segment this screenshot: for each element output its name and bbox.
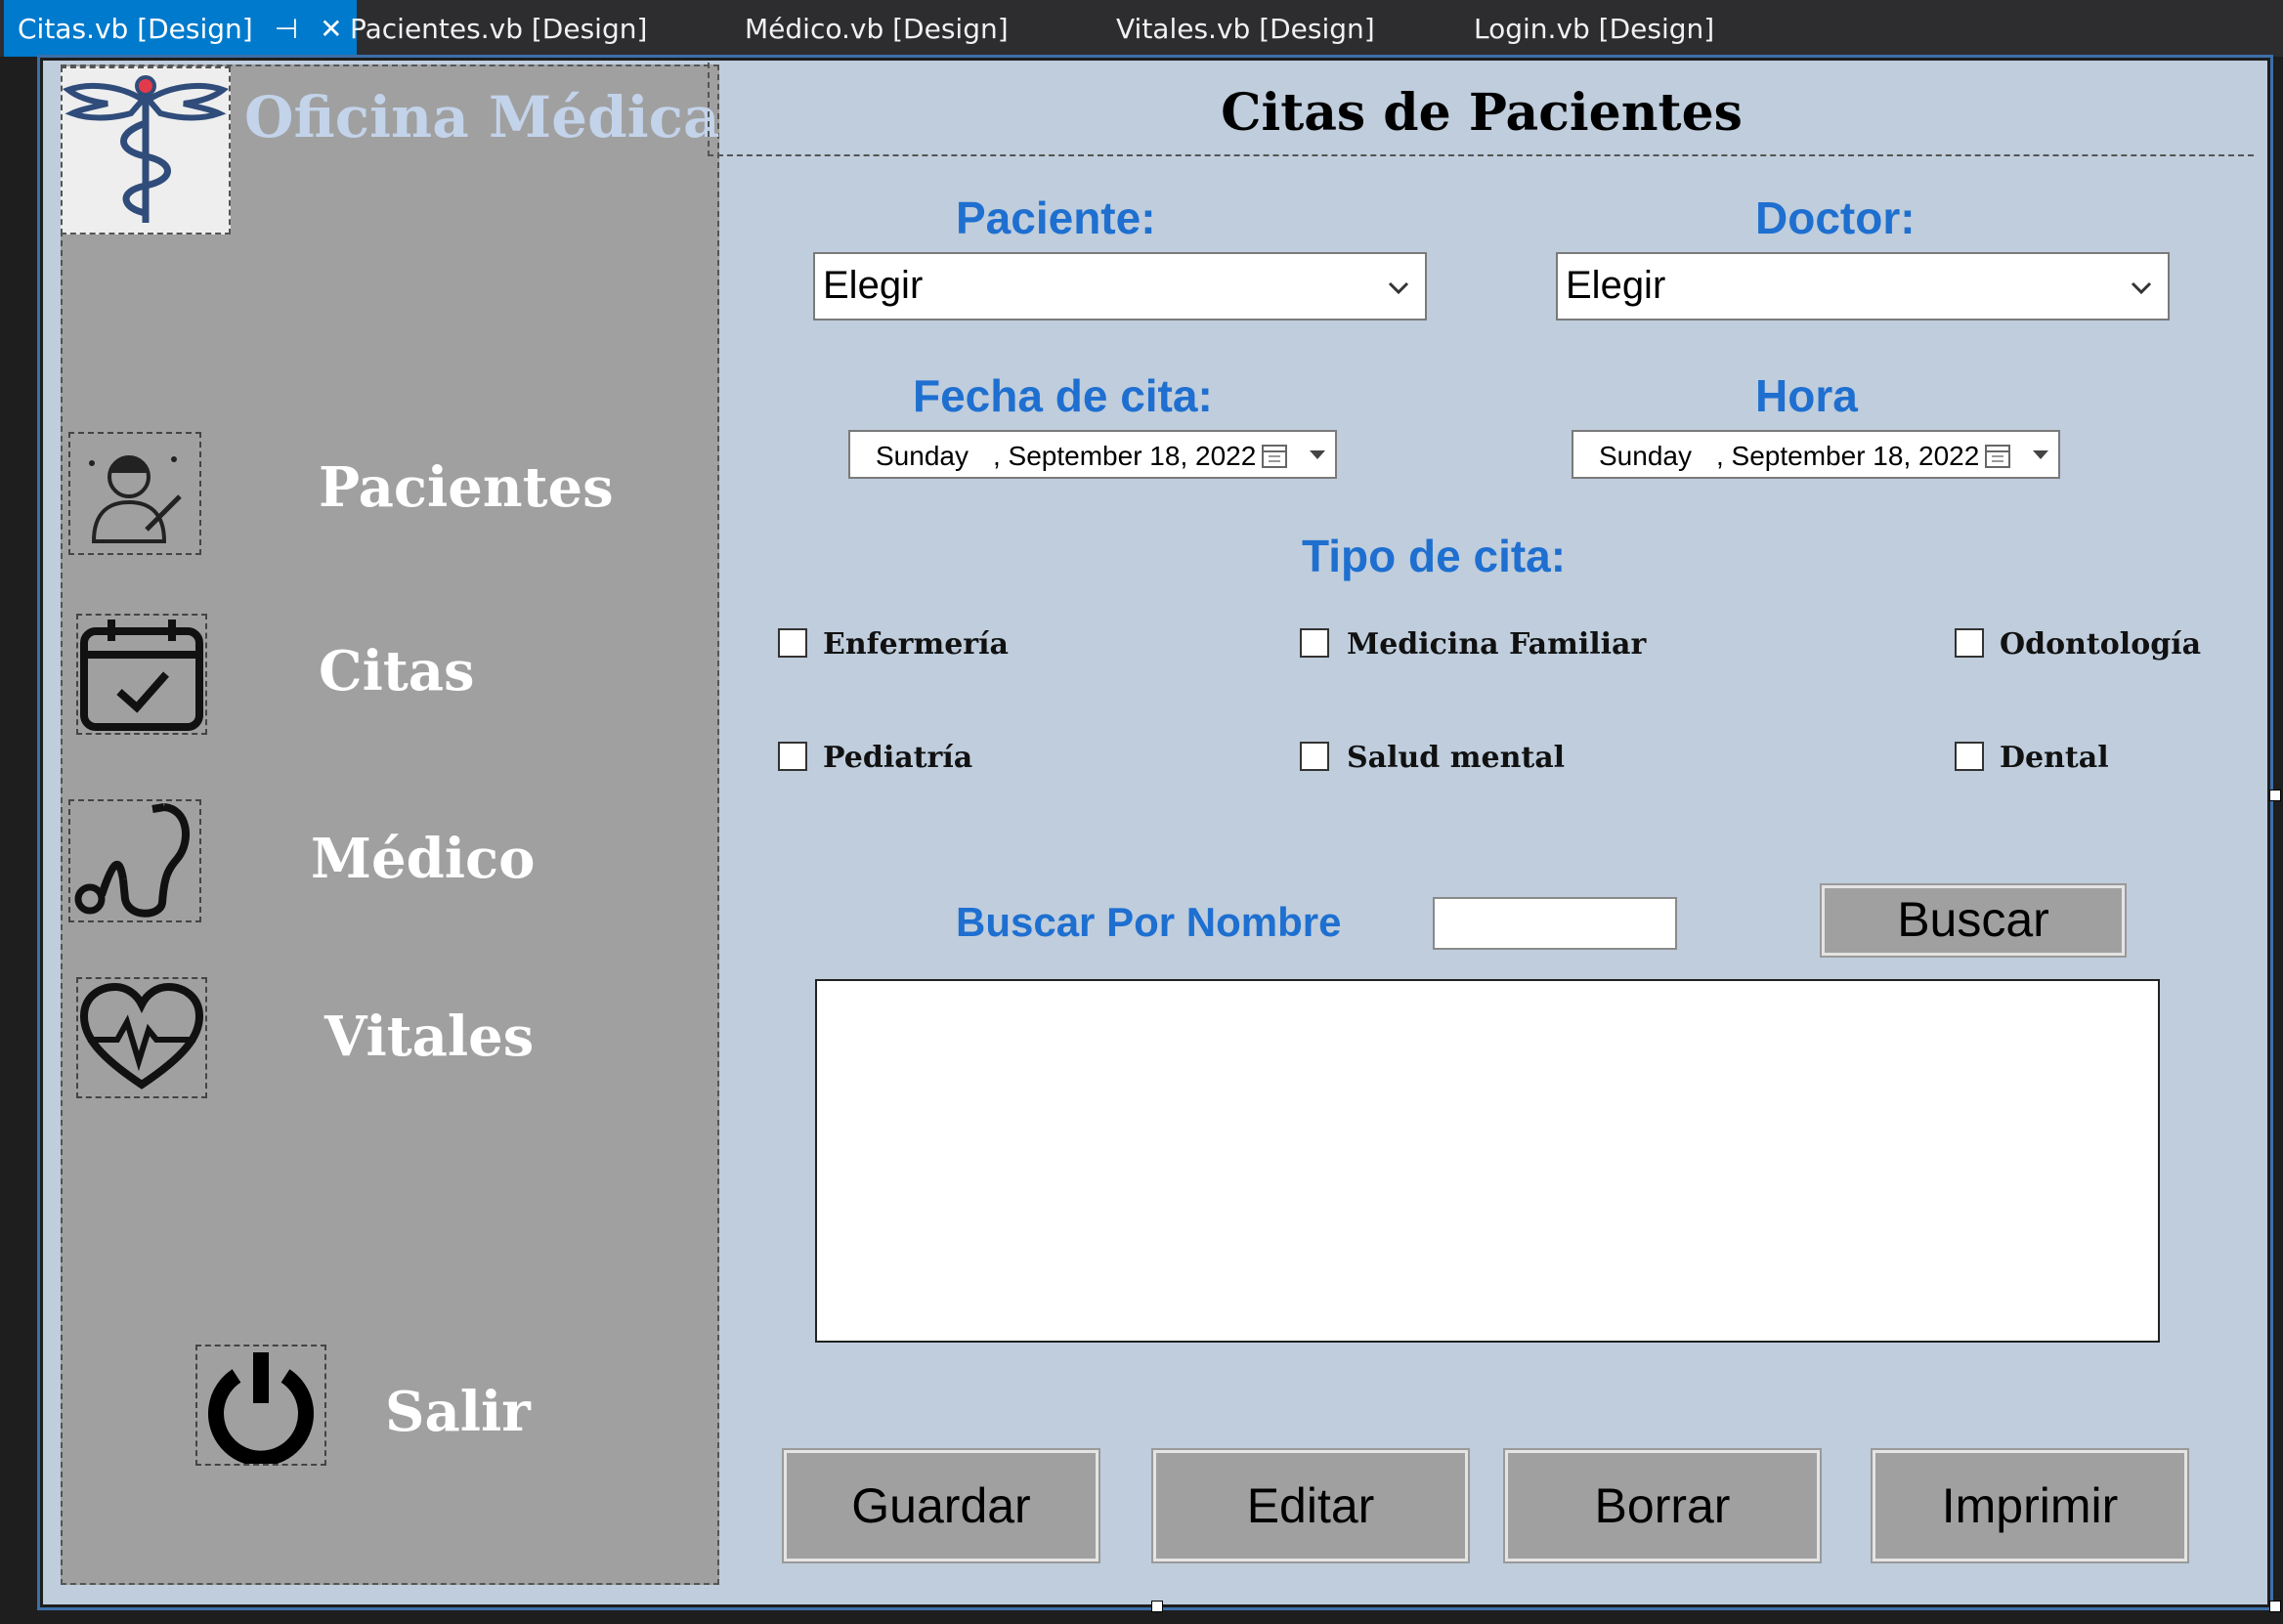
save-button[interactable]: Guardar <box>782 1448 1100 1563</box>
date-value: , September 18, 2022 <box>993 441 1257 471</box>
checkbox-dental[interactable] <box>1955 742 1984 771</box>
checkbox-label-odontologia: Odontología <box>2000 627 2202 662</box>
patient-combobox[interactable]: Elegir <box>813 252 1427 321</box>
checkbox-label-medicina-familiar: Medicina Familiar <box>1347 627 1647 662</box>
resize-handle-corner[interactable] <box>2269 1601 2281 1612</box>
search-button-label: Buscar <box>1897 892 2049 947</box>
sidebar-icon-citas[interactable] <box>76 614 207 735</box>
caduceus-logo-icon <box>62 75 230 223</box>
print-button[interactable]: Imprimir <box>1871 1448 2189 1563</box>
time-picker[interactable]: Sunday , September 18, 2022 <box>1572 430 2060 479</box>
checkbox-odontologia[interactable] <box>1955 628 1984 658</box>
search-label: Buscar Por Nombre <box>956 899 1342 945</box>
results-list[interactable] <box>815 979 2160 1343</box>
sidebar-item-medico[interactable]: Médico <box>311 827 536 891</box>
tab-citas[interactable]: Citas.vb [Design] ⊣ ✕ <box>4 0 357 57</box>
page-header: Citas de Pacientes <box>708 63 2254 156</box>
brand-title: Oficina Médica <box>244 84 720 150</box>
edit-button[interactable]: Editar <box>1151 1448 1470 1563</box>
doctor-label: Doctor: <box>1755 192 1916 243</box>
sidebar-item-pacientes[interactable]: Pacientes <box>319 455 614 520</box>
calendar-check-icon <box>80 620 203 731</box>
power-icon <box>208 1352 314 1467</box>
doctor-combobox[interactable]: Elegir <box>1556 252 2170 321</box>
chevron-down-icon <box>2131 281 2152 295</box>
save-button-label: Guardar <box>851 1478 1031 1533</box>
sidebar-item-vitales[interactable]: Vitales <box>324 1004 534 1069</box>
heartbeat-icon <box>79 982 204 1090</box>
checkbox-enfermeria[interactable] <box>778 628 807 658</box>
time-day: Sunday <box>1599 441 1692 471</box>
logo-picturebox <box>61 66 231 235</box>
checkbox-label-salud-mental: Salud mental <box>1347 741 1566 775</box>
calendar-icon <box>1985 445 2010 468</box>
print-button-label: Imprimir <box>1941 1478 2119 1533</box>
sidebar-icon-pacientes[interactable] <box>68 432 201 555</box>
dropdown-arrow-icon[interactable] <box>2033 450 2048 459</box>
tab-pacientes[interactable]: Pacientes.vb [Design] <box>350 0 647 57</box>
pin-icon[interactable]: ⊣ <box>275 0 298 59</box>
tab-medico[interactable]: Médico.vb [Design] <box>745 0 1009 57</box>
time-label: Hora <box>1755 370 1858 421</box>
search-input[interactable] <box>1433 897 1677 950</box>
date-picker[interactable]: Sunday , September 18, 2022 <box>848 430 1337 479</box>
delete-button[interactable]: Borrar <box>1503 1448 1822 1563</box>
appointment-type-label: Tipo de cita: <box>1302 531 1567 581</box>
patient-value: Elegir <box>823 264 924 307</box>
calendar-icon <box>1262 445 1287 468</box>
date-day: Sunday <box>876 441 969 471</box>
checkbox-label-enfermeria: Enfermería <box>823 627 1009 662</box>
document-tab-bar: Citas.vb [Design] ⊣ ✕ Pacientes.vb [Design… <box>0 0 2283 57</box>
delete-button-label: Borrar <box>1594 1478 1731 1533</box>
checkbox-label-pediatria: Pediatría <box>823 741 973 775</box>
time-value: , September 18, 2022 <box>1716 441 1980 471</box>
close-icon[interactable]: ✕ <box>320 0 342 59</box>
exit-icon-box[interactable] <box>195 1345 326 1467</box>
sidebar-icon-vitales[interactable] <box>76 977 207 1098</box>
dropdown-arrow-icon[interactable] <box>1310 450 1325 459</box>
date-label: Fecha de cita: <box>913 370 1213 421</box>
tab-vitales[interactable]: Vitales.vb [Design] <box>1116 0 1375 57</box>
edit-button-label: Editar <box>1246 1478 1375 1533</box>
exit-button[interactable]: Salir <box>385 1380 531 1444</box>
checkbox-salud-mental[interactable] <box>1300 742 1329 771</box>
sidebar-item-citas[interactable]: Citas <box>319 639 475 704</box>
checkbox-label-dental: Dental <box>2000 741 2109 775</box>
page-title: Citas de Pacientes <box>1221 83 1743 143</box>
resize-handle-right[interactable] <box>2269 790 2281 801</box>
doctor-value: Elegir <box>1566 264 1666 307</box>
checkbox-medicina-familiar[interactable] <box>1300 628 1329 658</box>
tab-login[interactable]: Login.vb [Design] <box>1474 0 1714 57</box>
chevron-down-icon <box>1388 281 1409 295</box>
checkbox-pediatria[interactable] <box>778 742 807 771</box>
sidebar-icon-medico[interactable] <box>68 799 201 922</box>
doctor-icon <box>89 455 182 543</box>
stethoscope-icon <box>74 803 190 918</box>
tab-label: Citas.vb [Design] <box>18 13 253 45</box>
resize-handle-bottom[interactable] <box>1151 1601 1163 1612</box>
search-button[interactable]: Buscar <box>1820 883 2127 958</box>
patient-label: Paciente: <box>956 192 1156 243</box>
